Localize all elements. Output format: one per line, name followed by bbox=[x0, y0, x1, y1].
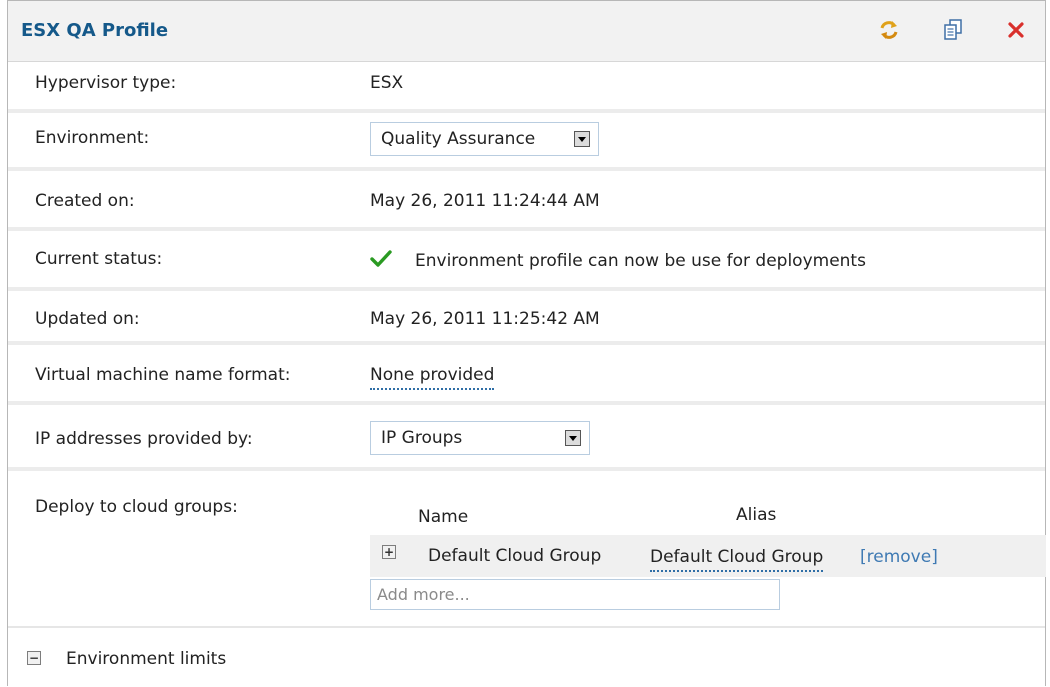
vm-name-format-row: Virtual machine name format: None provid… bbox=[8, 345, 1045, 405]
created-label: Created on: bbox=[35, 191, 135, 211]
hypervisor-row: Hypervisor type: ESX bbox=[8, 61, 1045, 113]
checkmark-icon bbox=[370, 249, 392, 274]
environment-selected: Quality Assurance bbox=[381, 129, 536, 149]
created-row: Created on: May 26, 2011 11:24:44 AM bbox=[8, 171, 1045, 231]
remove-link[interactable]: [remove] bbox=[860, 547, 938, 567]
ip-provider-row: IP addresses provided by: IP Groups bbox=[8, 405, 1045, 471]
vm-name-format-label: Virtual machine name format: bbox=[35, 365, 291, 385]
cloud-group-alias[interactable]: Default Cloud Group bbox=[650, 547, 824, 572]
environment-select[interactable]: Quality Assurance bbox=[370, 122, 599, 156]
add-more-input[interactable] bbox=[370, 579, 780, 610]
refresh-button[interactable] bbox=[876, 17, 902, 43]
status-label: Current status: bbox=[35, 249, 163, 269]
updated-row: Updated on: May 26, 2011 11:25:42 AM bbox=[8, 291, 1045, 345]
hypervisor-label: Hypervisor type: bbox=[35, 73, 177, 93]
ip-provider-selected: IP Groups bbox=[381, 428, 463, 448]
updated-value: May 26, 2011 11:25:42 AM bbox=[370, 309, 600, 329]
cloud-groups-label: Deploy to cloud groups: bbox=[35, 497, 238, 517]
panel-title: ESX QA Profile bbox=[21, 20, 169, 41]
status-row: Current status: Environment profile can … bbox=[8, 231, 1045, 291]
delete-button[interactable] bbox=[1003, 17, 1029, 43]
chevron-down-icon[interactable] bbox=[565, 430, 581, 446]
clone-icon bbox=[944, 19, 962, 40]
updated-label: Updated on: bbox=[35, 309, 140, 329]
created-value: May 26, 2011 11:24:44 AM bbox=[370, 191, 600, 211]
environment-limits-label[interactable]: Environment limits bbox=[66, 649, 226, 669]
ip-provider-select[interactable]: IP Groups bbox=[370, 421, 590, 455]
environment-row: Environment: Quality Assurance bbox=[8, 113, 1045, 171]
vm-name-format-link[interactable]: None provided bbox=[370, 365, 495, 390]
cloud-group-name: Default Cloud Group bbox=[428, 546, 602, 566]
clone-button[interactable] bbox=[940, 17, 966, 43]
column-header-name: Name bbox=[418, 507, 469, 527]
chevron-down-icon[interactable] bbox=[574, 131, 590, 147]
environment-label: Environment: bbox=[35, 128, 150, 148]
column-header-alias: Alias bbox=[736, 505, 777, 525]
expand-plus-icon[interactable]: + bbox=[382, 545, 396, 559]
hypervisor-value: ESX bbox=[370, 73, 404, 93]
environment-limits-section: − Environment limits bbox=[8, 629, 1045, 687]
table-row: + Default Cloud Group Default Cloud Grou… bbox=[370, 535, 1046, 577]
collapse-minus-icon[interactable]: − bbox=[27, 651, 41, 665]
ip-provider-label: IP addresses provided by: bbox=[35, 429, 253, 449]
status-value: Environment profile can now be use for d… bbox=[415, 251, 866, 271]
profile-panel: ESX QA Profile Hypervisor type: ESX Envi… bbox=[7, 0, 1046, 686]
refresh-icon bbox=[880, 21, 898, 39]
title-bar: ESX QA Profile bbox=[8, 1, 1045, 62]
delete-icon bbox=[1008, 22, 1024, 38]
